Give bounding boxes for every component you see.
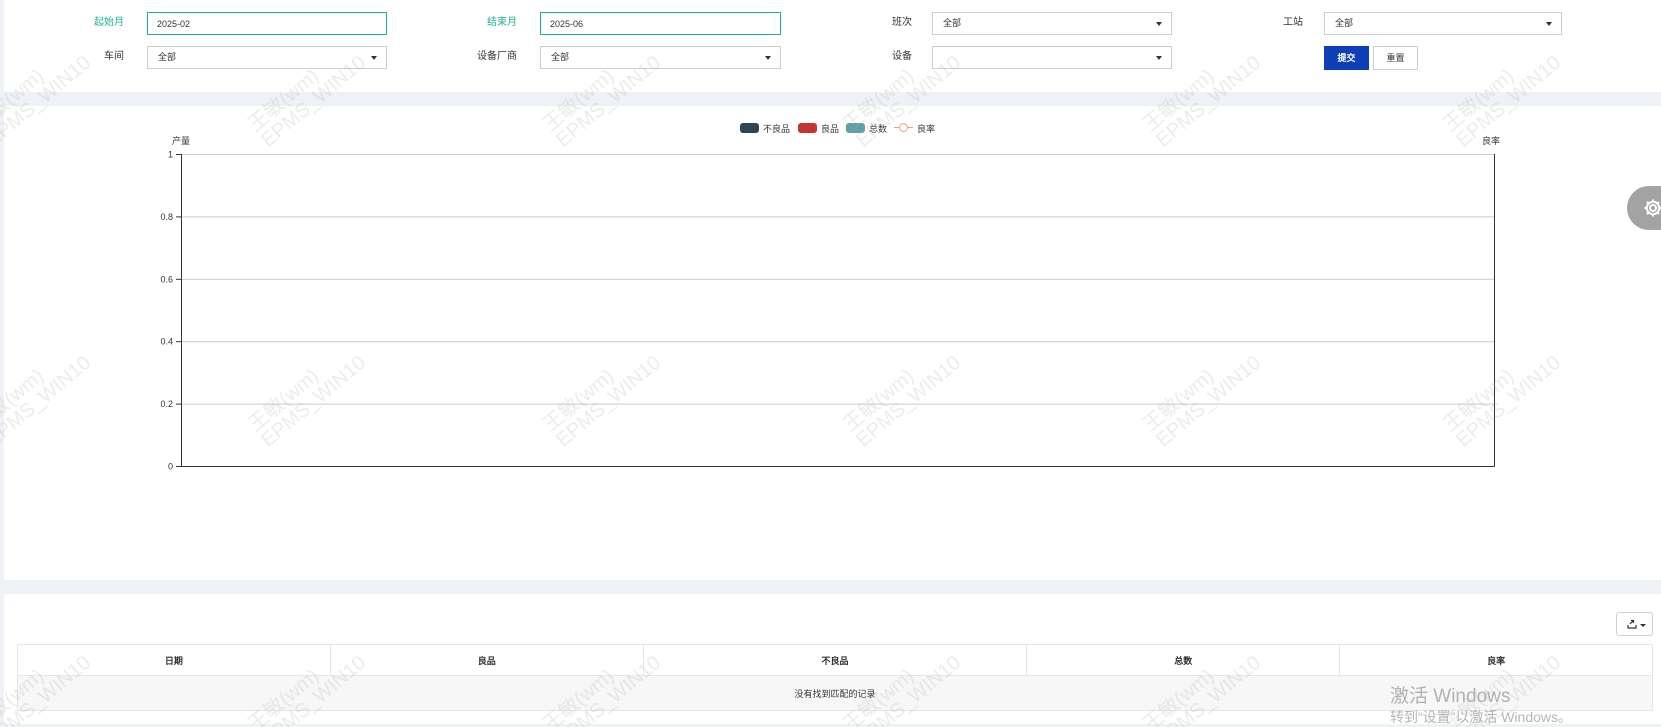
vendor-select[interactable]: 全部 xyxy=(540,46,781,69)
workshop-select-value: 全部 xyxy=(158,52,177,62)
vendor-label: 设备厂商 xyxy=(477,51,517,62)
station-select-value: 全部 xyxy=(1335,18,1354,28)
chevron-down-icon xyxy=(371,56,377,60)
y-tick-label: 0.8 xyxy=(160,212,173,222)
empty-message: 没有找到匹配的记录 xyxy=(17,675,1653,711)
y-tick-label: 0 xyxy=(168,462,173,472)
table-panel: 日期 良品 不良品 总数 良率 没有找到匹配的记录 xyxy=(4,594,1661,724)
gear-icon xyxy=(1644,199,1661,217)
station-select[interactable]: 全部 xyxy=(1324,12,1562,35)
workshop-label: 车间 xyxy=(104,51,124,62)
vendor-select-value: 全部 xyxy=(551,52,570,62)
chevron-down-icon xyxy=(1640,624,1646,627)
y-tick-label: 0.4 xyxy=(160,337,173,347)
y-tick-label: 1 xyxy=(168,150,173,160)
y-tick-label: 0.2 xyxy=(160,399,173,409)
shift-select[interactable]: 全部 xyxy=(932,12,1172,35)
column-header-defective[interactable]: 不良品 xyxy=(642,644,1028,676)
submit-button[interactable]: 提交 xyxy=(1324,46,1369,70)
station-label: 工站 xyxy=(1283,17,1303,28)
data-table: 日期 良品 不良品 总数 良率 没有找到匹配的记录 xyxy=(17,644,1653,711)
column-header-total[interactable]: 总数 xyxy=(1026,644,1341,676)
equipment-label: 设备 xyxy=(892,51,912,62)
end-month-input[interactable] xyxy=(540,12,781,35)
column-header-yield-rate[interactable]: 良率 xyxy=(1339,644,1653,676)
reset-button[interactable]: 重置 xyxy=(1373,46,1418,70)
chevron-down-icon xyxy=(1156,56,1162,60)
table-row-empty: 没有找到匹配的记录 xyxy=(17,675,1653,711)
export-button[interactable] xyxy=(1616,612,1653,636)
table-header-row: 日期 良品 不良品 总数 良率 xyxy=(17,644,1653,676)
chevron-down-icon xyxy=(765,56,771,60)
end-month-label: 结束月 xyxy=(487,17,517,28)
chart-panel: 不良品 良品 总数 良率 产量 良率 1 0.8 0.6 0.4 0.2 0 xyxy=(4,106,1661,580)
shift-label: 班次 xyxy=(892,17,912,28)
chevron-down-icon xyxy=(1156,22,1162,26)
y-tick-label: 0.6 xyxy=(160,274,173,284)
start-month-label: 起始月 xyxy=(94,17,124,28)
chart-plot-area: 1 0.8 0.6 0.4 0.2 0 xyxy=(160,150,1495,472)
shift-select-value: 全部 xyxy=(943,18,962,28)
page: 起始月 结束月 班次 全部 工站 全部 车间 全部 设备厂商 全部 设备 xyxy=(0,0,1661,727)
equipment-select[interactable] xyxy=(932,46,1172,69)
export-icon xyxy=(1627,619,1637,629)
start-month-input[interactable] xyxy=(147,12,387,35)
chevron-down-icon xyxy=(1546,22,1552,26)
column-header-good[interactable]: 良品 xyxy=(329,644,644,676)
filter-panel: 起始月 结束月 班次 全部 工站 全部 车间 全部 设备厂商 全部 设备 xyxy=(4,0,1661,92)
column-header-date[interactable]: 日期 xyxy=(17,644,331,676)
workshop-select[interactable]: 全部 xyxy=(147,46,387,69)
